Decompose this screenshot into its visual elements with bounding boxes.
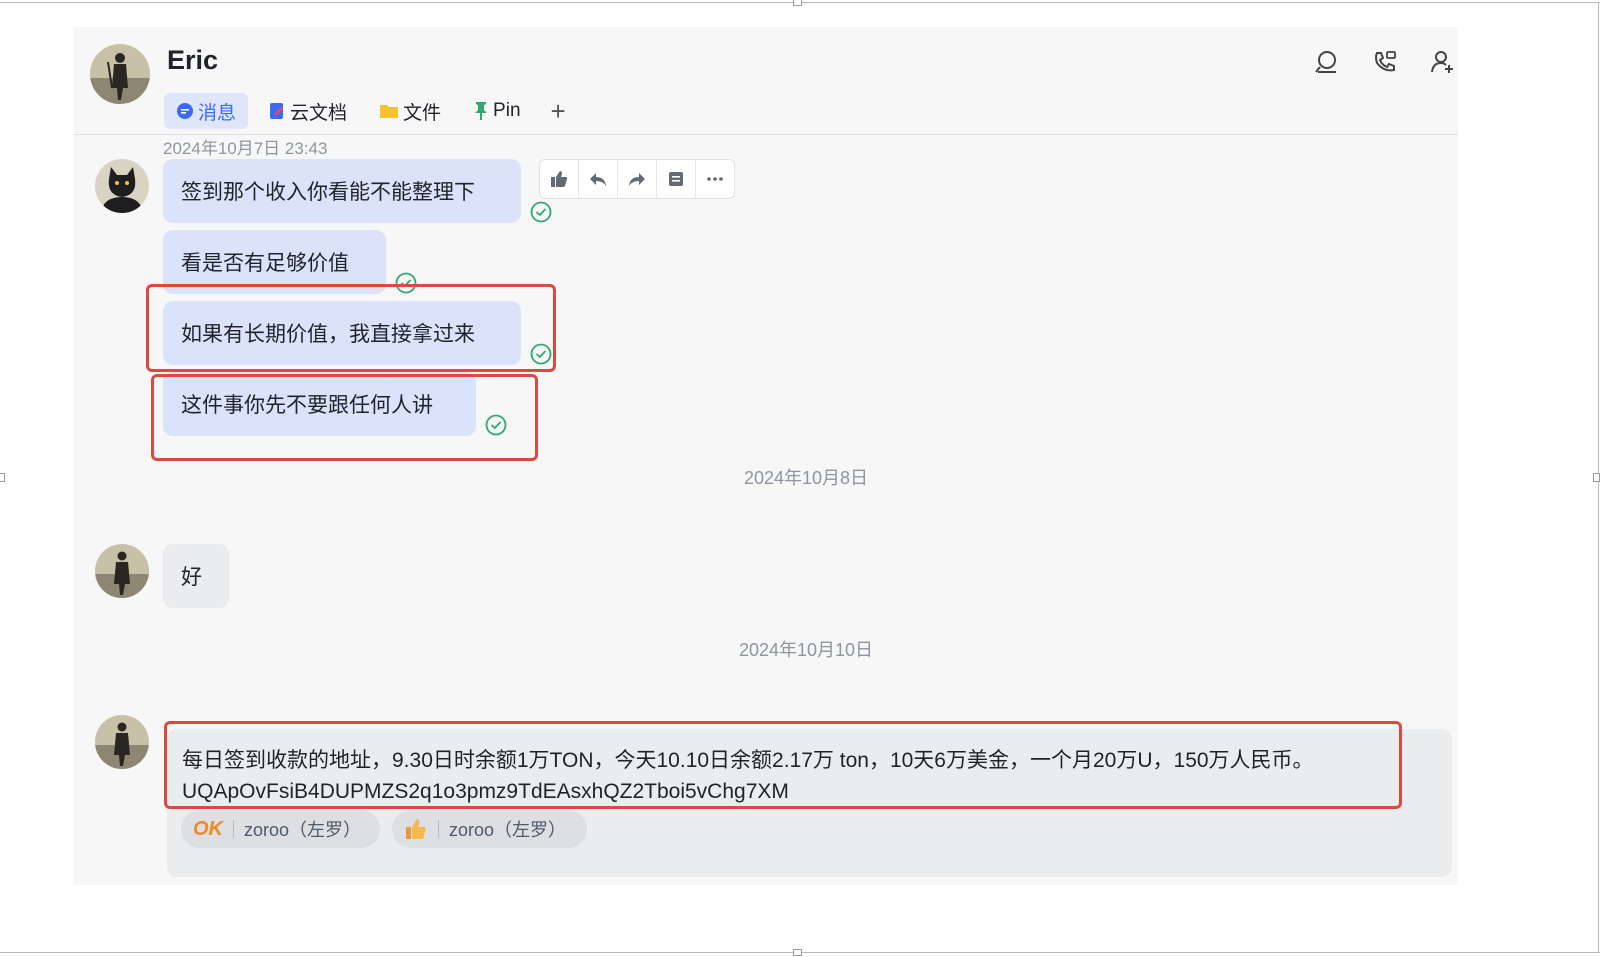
contact-avatar[interactable]	[90, 44, 150, 104]
message-timestamp: 2024年10月7日 23:43	[163, 139, 328, 158]
tab-messages[interactable]: 消息	[164, 93, 249, 129]
sender-avatar[interactable]	[95, 159, 149, 213]
warrior-avatar-icon	[95, 544, 149, 598]
resize-handle-bottom[interactable]	[793, 949, 802, 956]
tab-cloud-docs[interactable]: 云文档	[256, 93, 359, 129]
tab-files[interactable]: 文件	[367, 93, 453, 129]
message-text: 签到那个收入你看能不能整理下	[181, 181, 475, 204]
read-check-icon	[530, 201, 552, 223]
tab-pin[interactable]: Pin	[461, 93, 532, 129]
chat-tabs: 消息 云文档 文件 Pin +	[164, 93, 576, 129]
resize-handle-left[interactable]	[0, 473, 5, 482]
chat-title: Eric	[167, 45, 219, 75]
message-bubble[interactable]: 签到那个收入你看能不能整理下	[163, 159, 521, 223]
doc-icon	[268, 102, 286, 120]
contact-avatar[interactable]	[95, 544, 149, 598]
chat-window: Eric 消息 云文档 文件 Pin + 2024年10月7日 23:43 签到…	[74, 27, 1458, 885]
wallet-address: UQApOvFsiB4DUPMZS2q1o3pmz9TdEAsxhQZ2Tboi…	[182, 780, 789, 803]
resize-handle-top[interactable]	[793, 0, 802, 6]
reaction-thumbs-up[interactable]: zoroo（左罗）	[392, 810, 587, 848]
thumbs-up-emoji-icon	[404, 817, 428, 841]
reaction-user: zoroo（左罗）	[449, 820, 567, 840]
tab-label: 消息	[198, 102, 237, 124]
read-check-icon	[530, 343, 552, 365]
reply-icon[interactable]	[579, 160, 618, 198]
message-bubble[interactable]: 如果有长期价值，我直接拿过来	[163, 301, 521, 365]
message-icon	[176, 102, 194, 120]
message-text: 如果有长期价值，我直接拿过来	[181, 323, 475, 346]
read-check-icon	[395, 272, 417, 294]
header-actions	[1284, 47, 1458, 77]
add-member-icon[interactable]	[1428, 47, 1458, 77]
divider	[438, 820, 439, 838]
contact-avatar[interactable]	[95, 715, 149, 769]
pin-icon	[473, 101, 489, 121]
message-bubble[interactable]: 这件事你先不要跟任何人讲	[163, 372, 476, 436]
tab-label: Pin	[493, 100, 521, 121]
folder-icon	[379, 102, 399, 120]
ok-emoji-icon: OK	[193, 817, 223, 840]
warrior-avatar-icon	[90, 44, 150, 104]
quote-icon[interactable]	[657, 160, 696, 198]
search-icon[interactable]	[1312, 47, 1342, 77]
warrior-avatar-icon	[95, 715, 149, 769]
read-check-icon	[485, 414, 507, 436]
more-icon[interactable]	[696, 160, 734, 198]
message-text: 这件事你先不要跟任何人讲	[181, 394, 433, 417]
tab-label: 云文档	[290, 102, 348, 124]
resize-handle-right[interactable]	[1593, 473, 1600, 482]
reaction-ok[interactable]: OK zoroo（左罗）	[181, 810, 380, 848]
reaction-user: zoroo（左罗）	[244, 820, 362, 840]
video-call-icon[interactable]	[1370, 47, 1400, 77]
message-line: 每日签到收款的地址，9.30日时余额1万TON，今天10.10日余额2.17万 …	[182, 749, 1314, 772]
divider	[233, 820, 234, 838]
thumbs-up-icon[interactable]	[540, 160, 579, 198]
message-bubble[interactable]: 好	[163, 544, 229, 608]
chat-header: Eric 消息 云文档 文件 Pin +	[74, 27, 1458, 135]
message-text[interactable]: 每日签到收款的地址，9.30日时余额1万TON，今天10.10日余额2.17万 …	[182, 745, 1314, 807]
add-tab-button[interactable]: +	[541, 96, 576, 127]
message-bubble[interactable]: 看是否有足够价值	[163, 230, 386, 294]
tab-label: 文件	[403, 102, 442, 124]
cat-avatar-icon	[95, 159, 149, 213]
message-text: 看是否有足够价值	[181, 252, 349, 275]
message-text: 好	[181, 566, 202, 589]
forward-icon[interactable]	[618, 160, 657, 198]
message-hover-toolbar	[539, 159, 735, 199]
date-divider: 2024年10月8日	[743, 468, 869, 488]
date-divider: 2024年10月10日	[738, 640, 874, 660]
